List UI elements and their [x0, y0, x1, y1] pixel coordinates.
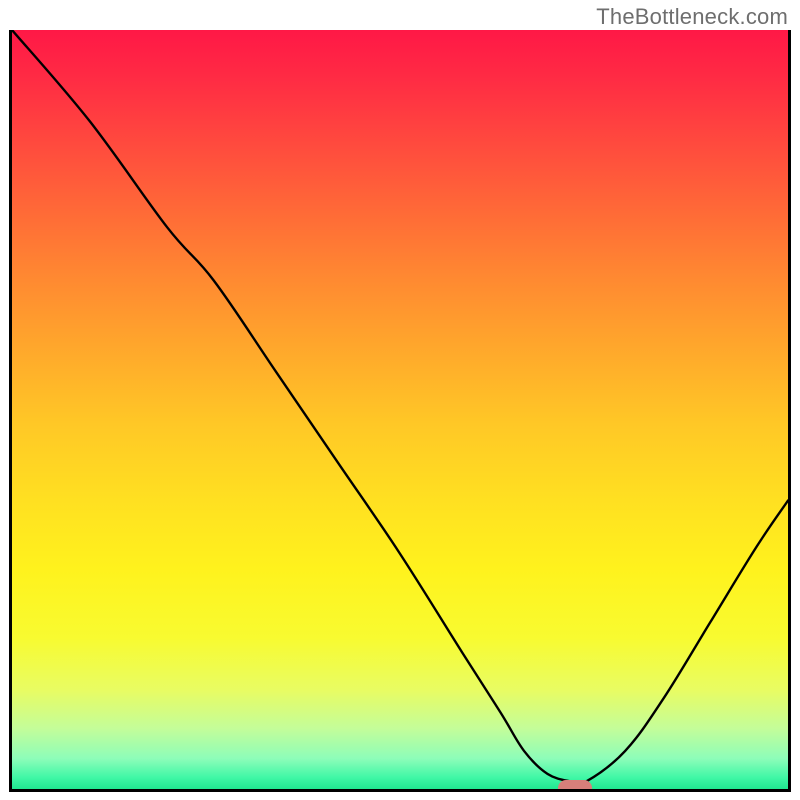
watermark-text: TheBottleneck.com: [596, 4, 788, 30]
chart-curve-svg: [12, 30, 788, 789]
chart-marker: [558, 780, 592, 792]
chart-area: [9, 30, 791, 792]
chart-curve-path: [12, 30, 788, 784]
